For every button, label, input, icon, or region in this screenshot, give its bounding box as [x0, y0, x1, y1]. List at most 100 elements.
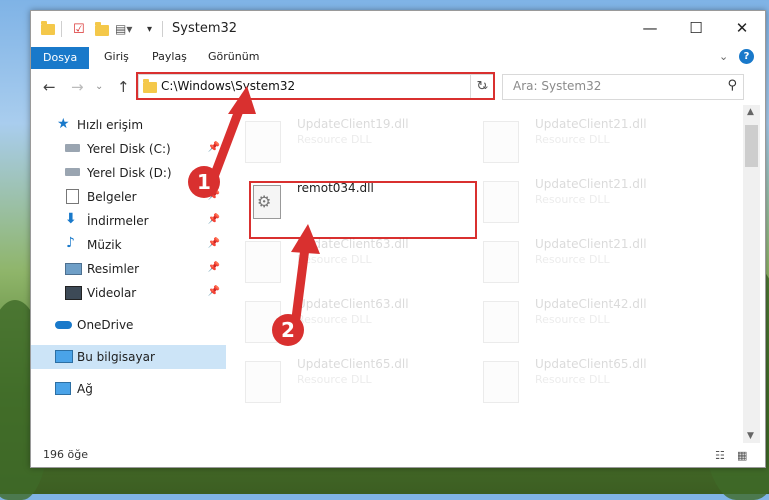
- file-type: Resource DLL: [535, 253, 610, 266]
- sidebar-item-label: Ağ: [77, 382, 93, 396]
- dll-file-icon: [483, 361, 519, 403]
- expand-ribbon-icon[interactable]: ⌄: [719, 50, 728, 63]
- back-arrow-icon[interactable]: ←: [43, 78, 56, 96]
- scroll-down-icon[interactable]: ▼: [747, 431, 754, 441]
- dll-file-icon: [245, 241, 281, 283]
- file-name: UpdateClient19.dll: [297, 117, 409, 131]
- quick-access-dropdown-icon[interactable]: ▾: [147, 24, 152, 35]
- list-item[interactable]: UpdateClient42.dll Resource DLL: [465, 295, 685, 345]
- callout-2: 2: [272, 314, 304, 346]
- file-list: UpdateClient19.dll Resource DLL ⚙ remot0…: [227, 105, 743, 443]
- large-icons-view-icon[interactable]: ▦: [737, 449, 751, 462]
- close-button[interactable]: ✕: [719, 11, 765, 47]
- title-separator: [61, 21, 62, 37]
- up-arrow-icon[interactable]: ↑: [117, 78, 130, 96]
- file-name: UpdateClient65.dll: [297, 357, 409, 371]
- sidebar-item-quick-access[interactable]: ★ Hızlı erişim: [31, 113, 226, 137]
- sidebar-item-label: Hızlı erişim: [77, 118, 144, 132]
- file-type: Resource DLL: [535, 133, 610, 146]
- file-type: Resource DLL: [535, 373, 610, 386]
- sidebar-item-pictures[interactable]: Resimler 📌: [31, 257, 226, 281]
- item-count: 196 öğe: [43, 448, 88, 461]
- dll-file-icon: [483, 301, 519, 343]
- file-type: Resource DLL: [297, 253, 372, 266]
- list-item[interactable]: UpdateClient63.dll Resource DLL: [227, 235, 447, 285]
- picture-icon: [65, 263, 82, 275]
- file-name: UpdateClient65.dll: [535, 357, 647, 371]
- search-input[interactable]: Ara: System32 ⚲: [502, 74, 744, 100]
- pin-icon[interactable]: 📌: [208, 214, 220, 225]
- pin-icon[interactable]: 📌: [208, 238, 220, 249]
- recent-dropdown-icon[interactable]: ⌄: [95, 81, 103, 92]
- sidebar-item-downloads[interactable]: ⬇ İndirmeler 📌: [31, 209, 226, 233]
- details-view-icon[interactable]: ☷: [715, 449, 729, 462]
- file-name: UpdateClient21.dll: [535, 237, 647, 251]
- sidebar-item-label: Videolar: [87, 286, 137, 300]
- video-icon: [65, 286, 82, 300]
- list-item[interactable]: UpdateClient63.dll Resource DLL: [227, 295, 447, 345]
- folder-icon: [41, 21, 55, 35]
- maximize-button[interactable]: ☐: [673, 11, 719, 47]
- tab-view[interactable]: Görünüm: [208, 50, 259, 63]
- download-icon: ⬇: [65, 211, 77, 227]
- drive-icon: [65, 144, 80, 152]
- music-icon: ♪: [66, 235, 75, 251]
- drive-icon: [65, 168, 80, 176]
- status-bar: 196 öğe ☷ ▦: [31, 443, 765, 467]
- minimize-button[interactable]: —: [627, 11, 673, 47]
- forward-arrow-icon[interactable]: →: [71, 78, 84, 96]
- dll-file-icon: [483, 241, 519, 283]
- properties-icon[interactable]: ☑: [73, 22, 85, 37]
- sidebar-item-label: Yerel Disk (D:): [87, 166, 172, 180]
- tab-file[interactable]: Dosya: [31, 47, 90, 69]
- ribbon: Dosya Giriş Paylaş Görünüm ⌄ ?: [31, 47, 765, 70]
- file-type: Resource DLL: [297, 313, 372, 326]
- callout-1: 1: [188, 166, 220, 198]
- file-type: Resource DLL: [297, 373, 372, 386]
- list-item[interactable]: UpdateClient21.dll Resource DLL: [465, 115, 685, 165]
- sidebar-item-local-disk-c[interactable]: Yerel Disk (C:) 📌: [31, 137, 226, 161]
- sidebar-item-videos[interactable]: Videolar 📌: [31, 281, 226, 305]
- cloud-icon: [55, 321, 72, 329]
- sidebar-item-onedrive[interactable]: OneDrive: [31, 313, 226, 337]
- sidebar-item-label: Yerel Disk (C:): [87, 142, 171, 156]
- view-options-icon[interactable]: ▤▾: [115, 22, 132, 36]
- navigation-bar: ← → ⌄ ↑ C:\Windows\System32 ⌄ ↻ Ara: Sys…: [31, 69, 765, 105]
- file-type: Resource DLL: [297, 133, 372, 146]
- help-icon[interactable]: ?: [739, 49, 754, 64]
- explorer-window: ☑ ▤▾ ▾ System32 — ☐ ✕ Dosya Giriş Paylaş…: [30, 10, 766, 468]
- sidebar-item-label: Müzik: [87, 238, 122, 252]
- file-name: UpdateClient63.dll: [297, 297, 409, 311]
- search-icon: ⚲: [727, 78, 737, 93]
- star-icon: ★: [57, 116, 70, 132]
- sidebar-item-label: Belgeler: [87, 190, 137, 204]
- sidebar-item-network[interactable]: Ağ: [31, 377, 226, 401]
- tab-share[interactable]: Paylaş: [152, 50, 187, 63]
- dll-file-icon: [245, 361, 281, 403]
- scroll-up-icon[interactable]: ▲: [747, 107, 754, 117]
- dll-file-icon: [483, 181, 519, 223]
- title-separator: [162, 21, 163, 37]
- list-item[interactable]: UpdateClient21.dll Resource DLL: [465, 235, 685, 285]
- list-item[interactable]: UpdateClient19.dll Resource DLL: [227, 115, 447, 165]
- pin-icon[interactable]: 📌: [208, 262, 220, 273]
- sidebar-item-this-pc[interactable]: Bu bilgisayar: [31, 345, 226, 369]
- navigation-pane: ★ Hızlı erişim Yerel Disk (C:) 📌 Yerel D…: [31, 105, 226, 443]
- window-title: System32: [172, 21, 238, 36]
- pin-icon[interactable]: 📌: [208, 142, 220, 153]
- network-icon: [55, 382, 71, 395]
- sidebar-item-label: OneDrive: [77, 318, 134, 332]
- computer-icon: [55, 350, 73, 363]
- tab-home[interactable]: Giriş: [104, 50, 129, 63]
- list-item[interactable]: UpdateClient65.dll Resource DLL: [465, 355, 685, 405]
- list-item[interactable]: UpdateClient65.dll Resource DLL: [227, 355, 447, 405]
- file-name: UpdateClient21.dll: [535, 177, 647, 191]
- vertical-scrollbar[interactable]: ▲ ▼: [743, 105, 760, 443]
- sidebar-item-music[interactable]: ♪ Müzik 📌: [31, 233, 226, 257]
- sidebar-item-label: İndirmeler: [87, 214, 149, 228]
- list-item[interactable]: UpdateClient21.dll Resource DLL: [465, 175, 685, 225]
- new-folder-icon[interactable]: [95, 22, 109, 36]
- sidebar-item-label: Bu bilgisayar: [77, 350, 155, 364]
- scrollbar-thumb[interactable]: [745, 125, 758, 167]
- pin-icon[interactable]: 📌: [208, 286, 220, 297]
